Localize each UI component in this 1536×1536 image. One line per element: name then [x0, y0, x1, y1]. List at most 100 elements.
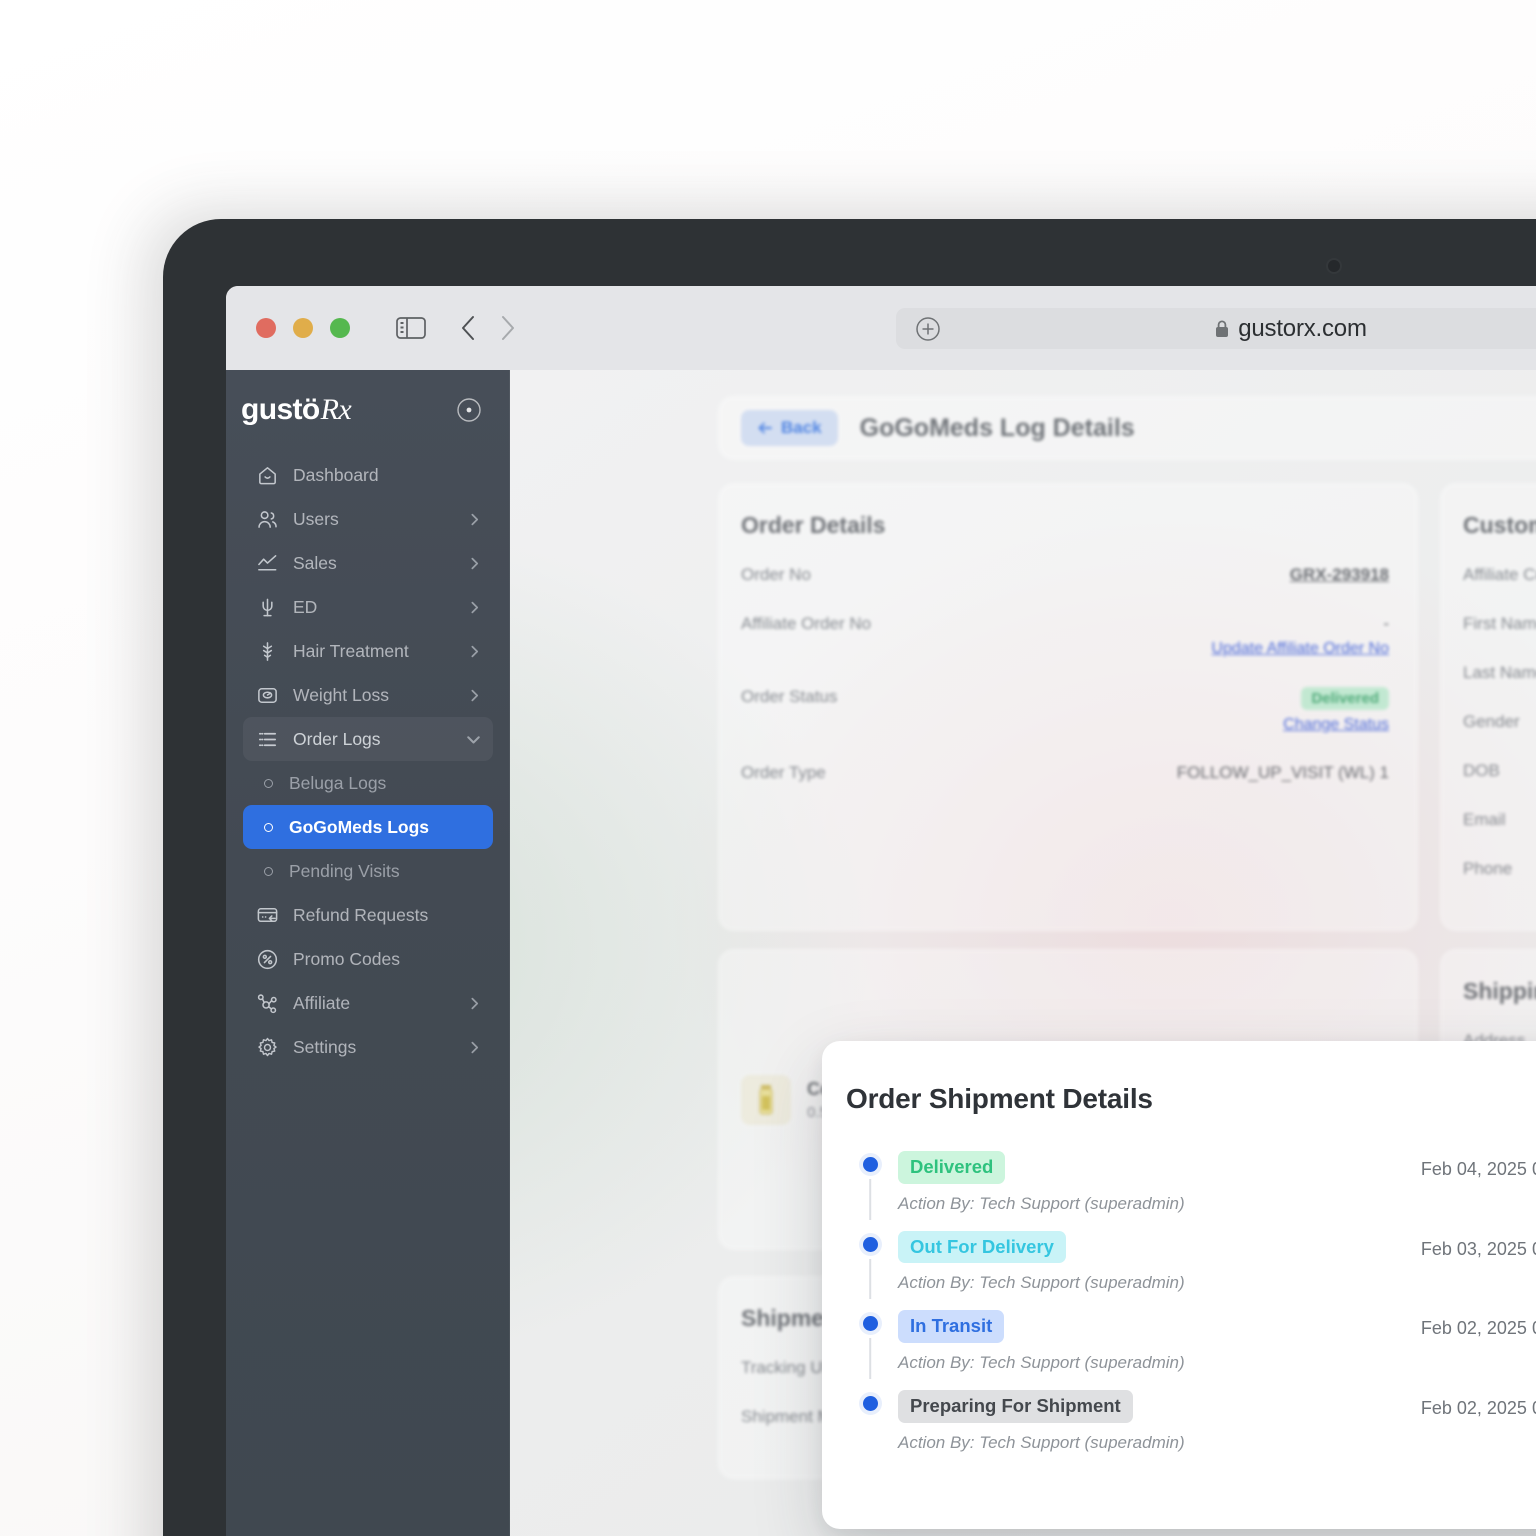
chevron-down-icon — [466, 732, 481, 747]
sidebar-item-gogomeds-logs[interactable]: GoGoMeds Logs — [243, 805, 493, 849]
timestamp: Feb 02, 2025 05:30 PM IST — [1420, 1398, 1536, 1419]
sidebar-item-refund-requests[interactable]: Refund Requests — [243, 893, 493, 937]
url-display[interactable]: gustorx.com — [896, 315, 1536, 343]
sidebar-item-label: Refund Requests — [293, 904, 429, 925]
chevron-right-icon — [468, 557, 481, 570]
detail-cards-row: Order Details Order No GRX-293918 Affili… — [718, 483, 1536, 931]
row-label: First Name — [1463, 614, 1536, 633]
bullet-icon — [264, 866, 273, 876]
status-badge: Preparing For Shipment — [898, 1390, 1133, 1423]
sidebar-toggle-icon[interactable] — [396, 316, 426, 340]
circle-dot-icon[interactable] — [456, 397, 482, 423]
sidebar-item-users[interactable]: Users — [243, 497, 493, 541]
sidebar-subitem-label: Beluga Logs — [289, 772, 387, 793]
customer-row: Gender — [1463, 712, 1536, 732]
row-label: Order No — [741, 565, 811, 584]
card-return-icon — [254, 904, 280, 927]
page-title: GoGoMeds Log Details — [859, 413, 1135, 442]
row-label: Gender — [1463, 712, 1520, 731]
row-label: Order Status — [741, 687, 838, 706]
timeline-dot-icon — [862, 1316, 878, 1332]
customer-details-card: Customer Affiliate Cu First Name Last Na… — [1440, 483, 1536, 931]
hair-follicle-icon — [254, 640, 280, 663]
chart-line-icon — [254, 552, 280, 575]
customer-row: DOB — [1463, 761, 1536, 781]
change-status-link[interactable]: Change Status — [1283, 716, 1389, 734]
scale-icon — [254, 684, 280, 707]
timeline-dot-icon — [862, 1157, 878, 1172]
sidebar: gustö Rx Dashboard Users Sales ED Hair T… — [226, 370, 510, 1536]
sidebar-item-sales[interactable]: Sales — [243, 541, 493, 585]
close-window-button[interactable] — [256, 318, 276, 338]
modal-title: Order Shipment Details — [846, 1083, 1153, 1114]
sidebar-item-order-logs[interactable]: Order Logs — [243, 717, 493, 761]
laptop-frame: gustorx.com gustö Rx Dashboard Users Sal… — [163, 219, 1536, 1536]
customer-row: Affiliate Cu — [1463, 565, 1536, 585]
share-nodes-icon — [254, 992, 280, 1015]
sidebar-item-label: Affiliate — [293, 992, 351, 1013]
timeline-entry: Out For Delivery Action By: Tech Support… — [846, 1230, 1536, 1311]
row-label: Affiliate Order No — [741, 614, 872, 633]
sidebar-item-label: Weight Loss — [293, 684, 389, 705]
chevron-right-icon — [468, 601, 481, 614]
chevron-right-icon — [468, 1041, 481, 1054]
order-type-row: Order Type FOLLOW_UP_VISIT (WL) 1 — [741, 763, 1389, 783]
timestamp: Feb 04, 2025 05:30 PM IST — [1420, 1159, 1536, 1179]
row-value: - — [1383, 614, 1389, 633]
list-icon — [254, 728, 280, 751]
logo-text-gusto: gustö — [241, 393, 320, 426]
row-label: Phone — [1463, 859, 1513, 878]
webcam-icon — [1328, 260, 1340, 272]
timeline-entry: Preparing For Shipment Action By: Tech S… — [846, 1390, 1536, 1453]
sidebar-item-promo-codes[interactable]: Promo Codes — [243, 937, 493, 981]
sidebar-item-label: Users — [293, 508, 339, 529]
affiliate-order-no-row: Affiliate Order No - Update Affiliate Or… — [741, 614, 1389, 658]
sidebar-item-weight-loss[interactable]: Weight Loss — [243, 673, 493, 717]
timeline-dot-icon — [862, 1236, 878, 1252]
customer-row: First Name — [1463, 614, 1536, 634]
shipment-timeline: Delivered Action By: Tech Support (super… — [846, 1151, 1536, 1453]
vial-icon — [741, 1074, 791, 1125]
sidebar-item-beluga-logs[interactable]: Beluga Logs — [243, 761, 493, 805]
home-icon — [254, 464, 280, 487]
customer-row: Last Name — [1463, 663, 1536, 683]
timeline-marker — [846, 1390, 894, 1453]
browser-forward-button[interactable] — [499, 314, 516, 342]
timestamp: Feb 02, 2025 08:30 PM IST — [1420, 1318, 1536, 1339]
screenshot-stage: gustorx.com gustö Rx Dashboard Users Sal… — [0, 0, 1536, 1536]
sidebar-item-ed[interactable]: ED — [243, 585, 493, 629]
order-details-card: Order Details Order No GRX-293918 Affili… — [718, 483, 1418, 931]
sidebar-item-label: Promo Codes — [293, 948, 400, 969]
sidebar-item-label: Settings — [293, 1036, 357, 1057]
action-by-text: Action By: Tech Support (superadmin) — [898, 1273, 1185, 1293]
back-button[interactable]: Back — [741, 410, 838, 446]
sidebar-item-hair-treatment[interactable]: Hair Treatment — [243, 629, 493, 673]
timestamp: Feb 03, 2025 05:30 PM IST — [1420, 1238, 1536, 1259]
row-value: FOLLOW_UP_VISIT (WL) 1 — [1176, 763, 1389, 782]
order-no-link[interactable]: GRX-293918 — [1290, 565, 1389, 585]
sidebar-item-affiliate[interactable]: Affiliate — [243, 981, 493, 1025]
sidebar-item-dashboard[interactable]: Dashboard — [243, 453, 493, 497]
sidebar-item-settings[interactable]: Settings — [243, 1025, 493, 1069]
update-affiliate-order-no-link[interactable]: Update Affiliate Order No — [1211, 640, 1389, 658]
bullet-icon — [264, 822, 273, 832]
maximize-window-button[interactable] — [330, 318, 350, 338]
customer-row: Email — [1463, 810, 1536, 830]
back-button-label: Back — [781, 418, 822, 437]
action-by-text: Action By: Tech Support (superadmin) — [898, 1353, 1185, 1373]
address-bar[interactable]: gustorx.com — [896, 308, 1536, 349]
sidebar-item-pending-visits[interactable]: Pending Visits — [243, 849, 493, 893]
sidebar-item-label: Hair Treatment — [293, 640, 409, 661]
row-label: Email — [1463, 810, 1506, 829]
action-by-text: Action By: Tech Support (superadmin) — [898, 1432, 1185, 1452]
gear-icon — [254, 1036, 280, 1059]
card-title: Customer — [1463, 512, 1536, 538]
app-logo[interactable]: gustö Rx — [241, 393, 352, 427]
row-label: DOB — [1463, 761, 1500, 780]
bullet-icon — [264, 778, 273, 788]
minimize-window-button[interactable] — [293, 318, 313, 338]
row-label: Order Type — [741, 763, 826, 782]
sidebar-item-label: Dashboard — [293, 464, 379, 485]
status-badge: In Transit — [898, 1310, 1005, 1344]
browser-back-button[interactable] — [460, 314, 477, 342]
